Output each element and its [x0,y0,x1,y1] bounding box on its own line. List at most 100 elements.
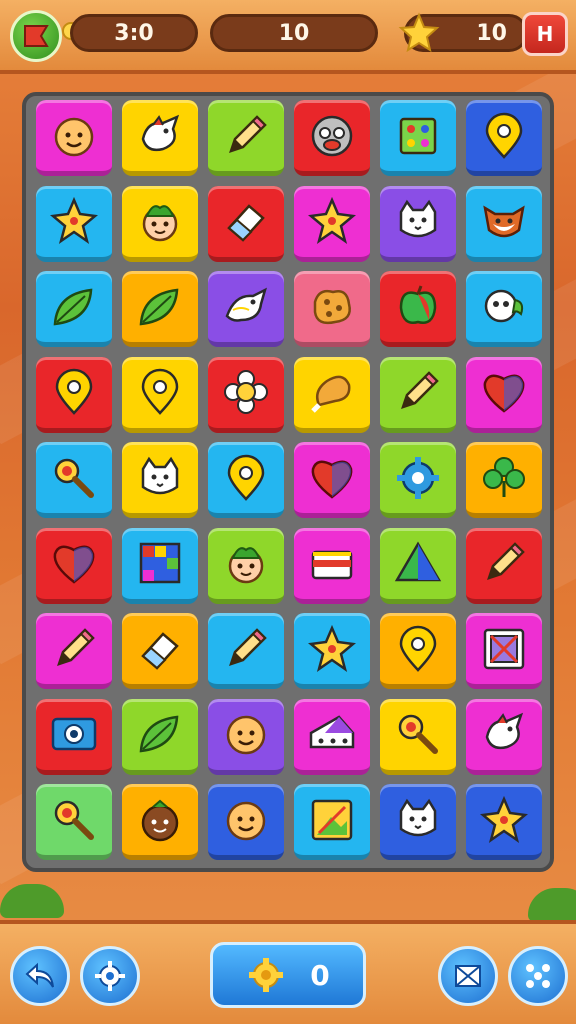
tile[interactable] [122,185,198,262]
magnifier-icon [54,800,94,840]
tile[interactable] [122,698,198,775]
tile[interactable] [380,527,456,604]
scatter-icon [526,964,550,988]
tile[interactable] [466,784,542,860]
hint-button[interactable] [508,946,568,1006]
tile[interactable] [36,356,112,433]
score-value: 0 [310,958,330,992]
tile[interactable] [380,356,456,433]
pencil-icon [57,627,95,666]
tile[interactable] [36,185,112,262]
tile[interactable] [208,271,284,347]
tile[interactable] [208,527,284,604]
leaf-icon [139,288,179,325]
tile[interactable] [36,613,112,689]
tile[interactable] [208,698,284,775]
tile[interactable] [208,784,284,860]
tile[interactable] [380,784,456,860]
flag-icon [24,25,49,47]
moves-display: 10 [210,14,378,52]
triangle-icon [394,541,442,582]
tile[interactable] [466,442,542,518]
tile[interactable] [122,527,198,604]
tile[interactable] [208,100,284,176]
exit-button-label: H [536,22,554,46]
tile[interactable] [36,271,112,347]
tile[interactable] [36,527,112,604]
tile[interactable] [122,442,198,518]
timer-value: 3:0 [114,20,154,46]
cat-face-icon [399,199,437,238]
pencil-icon [401,371,439,409]
tile[interactable] [294,271,370,347]
tile[interactable] [466,271,542,347]
magnifier-icon [54,458,94,498]
tile[interactable] [466,100,542,176]
tile[interactable] [294,356,370,433]
tile[interactable] [380,100,456,176]
face-icon [226,715,266,755]
tile[interactable] [294,698,370,775]
picture-icon [311,799,353,840]
top-bar: 3:0 10 10 H [0,0,576,74]
gear-icon [397,456,439,499]
tile[interactable] [208,185,284,262]
settings-button[interactable] [80,946,140,1006]
bird-icon [485,712,524,750]
tile[interactable] [466,356,542,433]
shuffle-button[interactable] [438,946,498,1006]
tile[interactable] [466,698,542,775]
tile[interactable] [294,442,370,518]
bush-decoration [528,888,576,922]
chicken-leg-icon [311,375,351,413]
face-icon [54,117,94,156]
star-icon [50,196,98,244]
eraser-icon [227,204,265,242]
tile[interactable] [294,527,370,604]
tile[interactable] [380,271,456,347]
tile[interactable] [380,698,456,775]
map-pin-icon [141,368,179,415]
apple-icon [399,284,437,324]
skull-icon [484,289,524,322]
star-icon [308,624,356,672]
tile[interactable] [294,185,370,262]
tile[interactable] [122,613,198,689]
leaf-icon [139,715,179,753]
tile[interactable] [208,356,284,433]
stars-value: 10 [476,20,507,46]
tile[interactable] [466,613,542,689]
tiles-icon [139,542,181,584]
cat-face-icon [399,798,437,836]
tile[interactable] [294,613,370,689]
tile[interactable] [380,613,456,689]
score-display: 0 [210,942,366,1008]
tile[interactable] [294,100,370,176]
flower-icon [224,370,268,414]
tile[interactable] [122,356,198,433]
pencil-icon [229,627,267,666]
tile[interactable] [122,100,198,176]
map-pin-icon [55,368,93,415]
tile[interactable] [36,442,112,518]
tile[interactable] [122,271,198,347]
tile[interactable] [466,527,542,604]
map-pin-icon [399,625,437,672]
game-board [22,92,554,872]
tile[interactable] [294,784,370,860]
heart-icon [483,374,525,413]
tile[interactable] [122,784,198,860]
tile[interactable] [36,698,112,775]
tile[interactable] [466,185,542,262]
tile[interactable] [380,442,456,518]
tile[interactable] [36,100,112,176]
tile[interactable] [36,784,112,860]
tile[interactable] [208,613,284,689]
undo-arrow-icon [25,962,54,988]
tile[interactable] [208,442,284,518]
exit-button[interactable]: H [522,12,568,56]
timer-display: 3:0 [70,14,198,52]
home-button[interactable] [10,10,62,62]
tile[interactable] [380,185,456,262]
undo-button[interactable] [10,946,70,1006]
